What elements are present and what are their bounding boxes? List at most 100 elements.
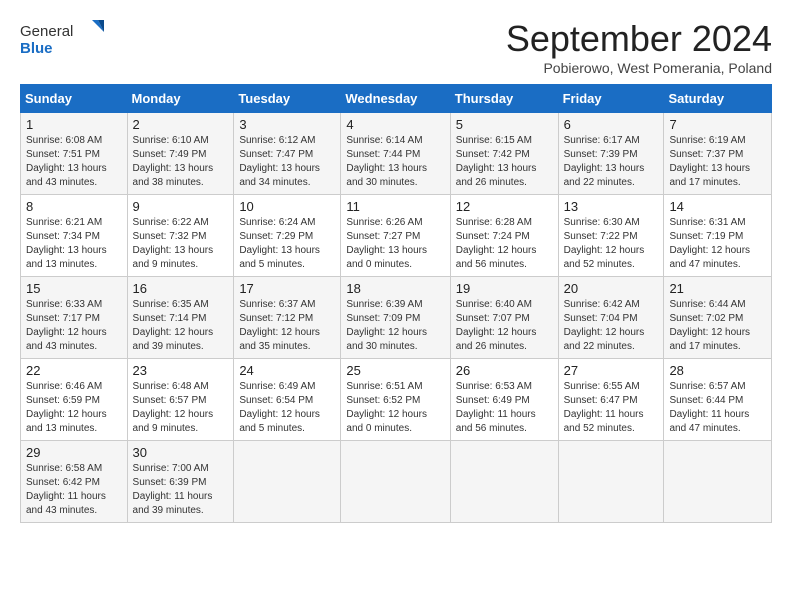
calendar-row: 15 Sunrise: 6:33 AMSunset: 7:17 PMDayligh… bbox=[21, 277, 772, 359]
day-info: Sunrise: 6:55 AMSunset: 6:47 PMDaylight:… bbox=[564, 380, 659, 436]
table-row bbox=[558, 441, 664, 523]
col-friday: Friday bbox=[558, 85, 664, 113]
day-info: Sunrise: 6:46 AMSunset: 6:59 PMDaylight:… bbox=[26, 380, 122, 436]
table-row: 19 Sunrise: 6:40 AMSunset: 7:07 PMDayligh… bbox=[450, 277, 558, 359]
calendar-row: 29 Sunrise: 6:58 AMSunset: 6:42 PMDayligh… bbox=[21, 441, 772, 523]
table-row: 7Sunrise: 6:19 AMSunset: 7:37 PMDaylight… bbox=[664, 113, 772, 195]
table-row: 1 Sunrise: 6:08 AMSunset: 7:51 PMDaylight… bbox=[21, 113, 128, 195]
day-number: 18 bbox=[346, 281, 444, 296]
day-info: Sunrise: 6:17 AMSunset: 7:39 PMDaylight:… bbox=[564, 134, 659, 190]
table-row: 27 Sunrise: 6:55 AMSunset: 6:47 PMDayligh… bbox=[558, 359, 664, 441]
day-number: 20 bbox=[564, 281, 659, 296]
day-info: Sunrise: 6:28 AMSunset: 7:24 PMDaylight:… bbox=[456, 216, 553, 272]
table-row: 14 Sunrise: 6:31 AMSunset: 7:19 PMDayligh… bbox=[664, 195, 772, 277]
month-title: September 2024 bbox=[506, 18, 772, 60]
day-info: Sunrise: 6:26 AMSunset: 7:27 PMDaylight:… bbox=[346, 216, 444, 272]
table-row: 20 Sunrise: 6:42 AMSunset: 7:04 PMDayligh… bbox=[558, 277, 664, 359]
day-info: Sunrise: 6:35 AMSunset: 7:14 PMDaylight:… bbox=[133, 298, 229, 354]
day-info: Sunrise: 6:44 AMSunset: 7:02 PMDaylight:… bbox=[669, 298, 766, 354]
table-row: 15 Sunrise: 6:33 AMSunset: 7:17 PMDayligh… bbox=[21, 277, 128, 359]
day-info: Sunrise: 6:10 AMSunset: 7:49 PMDaylight:… bbox=[133, 134, 229, 190]
day-number: 12 bbox=[456, 199, 553, 214]
day-info: Sunrise: 7:00 AMSunset: 6:39 PMDaylight:… bbox=[133, 462, 229, 518]
day-number: 1 bbox=[26, 117, 122, 132]
day-number: 30 bbox=[133, 445, 229, 460]
calendar-row: 8Sunrise: 6:21 AMSunset: 7:34 PMDaylight… bbox=[21, 195, 772, 277]
table-row: 12 Sunrise: 6:28 AMSunset: 7:24 PMDayligh… bbox=[450, 195, 558, 277]
day-info: Sunrise: 6:42 AMSunset: 7:04 PMDaylight:… bbox=[564, 298, 659, 354]
day-number: 23 bbox=[133, 363, 229, 378]
page: General Blue September 2024 Pobierowo, W… bbox=[0, 0, 792, 533]
day-number: 2 bbox=[133, 117, 229, 132]
day-number: 16 bbox=[133, 281, 229, 296]
day-info: Sunrise: 6:24 AMSunset: 7:29 PMDaylight:… bbox=[239, 216, 335, 272]
col-sunday: Sunday bbox=[21, 85, 128, 113]
day-number: 28 bbox=[669, 363, 766, 378]
table-row: 2 Sunrise: 6:10 AMSunset: 7:49 PMDaylight… bbox=[127, 113, 234, 195]
day-number: 22 bbox=[26, 363, 122, 378]
day-number: 15 bbox=[26, 281, 122, 296]
table-row: 13Sunrise: 6:30 AMSunset: 7:22 PMDayligh… bbox=[558, 195, 664, 277]
day-info: Sunrise: 6:48 AMSunset: 6:57 PMDaylight:… bbox=[133, 380, 229, 436]
table-row: 18 Sunrise: 6:39 AMSunset: 7:09 PMDayligh… bbox=[341, 277, 450, 359]
calendar-table: Sunday Monday Tuesday Wednesday Thursday… bbox=[20, 84, 772, 523]
day-info: Sunrise: 6:49 AMSunset: 6:54 PMDaylight:… bbox=[239, 380, 335, 436]
col-thursday: Thursday bbox=[450, 85, 558, 113]
header-row: Sunday Monday Tuesday Wednesday Thursday… bbox=[21, 85, 772, 113]
col-wednesday: Wednesday bbox=[341, 85, 450, 113]
day-info: Sunrise: 6:22 AMSunset: 7:32 PMDaylight:… bbox=[133, 216, 229, 272]
day-info: Sunrise: 6:15 AMSunset: 7:42 PMDaylight:… bbox=[456, 134, 553, 190]
day-info: Sunrise: 6:58 AMSunset: 6:42 PMDaylight:… bbox=[26, 462, 122, 518]
table-row: 5 Sunrise: 6:15 AMSunset: 7:42 PMDaylight… bbox=[450, 113, 558, 195]
day-info: Sunrise: 6:08 AMSunset: 7:51 PMDaylight:… bbox=[26, 134, 122, 190]
col-saturday: Saturday bbox=[664, 85, 772, 113]
day-number: 19 bbox=[456, 281, 553, 296]
svg-text:Blue: Blue bbox=[20, 40, 53, 57]
table-row: 17 Sunrise: 6:37 AMSunset: 7:12 PMDayligh… bbox=[234, 277, 341, 359]
col-monday: Monday bbox=[127, 85, 234, 113]
day-info: Sunrise: 6:51 AMSunset: 6:52 PMDaylight:… bbox=[346, 380, 444, 436]
day-info: Sunrise: 6:37 AMSunset: 7:12 PMDaylight:… bbox=[239, 298, 335, 354]
day-number: 6 bbox=[564, 117, 659, 132]
table-row: 21 Sunrise: 6:44 AMSunset: 7:02 PMDayligh… bbox=[664, 277, 772, 359]
table-row: 3 Sunrise: 6:12 AMSunset: 7:47 PMDaylight… bbox=[234, 113, 341, 195]
location-subtitle: Pobierowo, West Pomerania, Poland bbox=[506, 60, 772, 76]
logo-svg: General Blue bbox=[20, 18, 110, 60]
table-row bbox=[341, 441, 450, 523]
table-row: 30 Sunrise: 7:00 AMSunset: 6:39 PMDayligh… bbox=[127, 441, 234, 523]
table-row bbox=[234, 441, 341, 523]
day-number: 14 bbox=[669, 199, 766, 214]
table-row: 16 Sunrise: 6:35 AMSunset: 7:14 PMDayligh… bbox=[127, 277, 234, 359]
day-number: 8 bbox=[26, 199, 122, 214]
day-info: Sunrise: 6:40 AMSunset: 7:07 PMDaylight:… bbox=[456, 298, 553, 354]
day-number: 13 bbox=[564, 199, 659, 214]
day-number: 27 bbox=[564, 363, 659, 378]
table-row bbox=[664, 441, 772, 523]
calendar-row: 1 Sunrise: 6:08 AMSunset: 7:51 PMDaylight… bbox=[21, 113, 772, 195]
table-row: 11 Sunrise: 6:26 AMSunset: 7:27 PMDayligh… bbox=[341, 195, 450, 277]
day-number: 3 bbox=[239, 117, 335, 132]
day-info: Sunrise: 6:57 AMSunset: 6:44 PMDaylight:… bbox=[669, 380, 766, 436]
day-info: Sunrise: 6:31 AMSunset: 7:19 PMDaylight:… bbox=[669, 216, 766, 272]
table-row: 6 Sunrise: 6:17 AMSunset: 7:39 PMDaylight… bbox=[558, 113, 664, 195]
header: General Blue September 2024 Pobierowo, W… bbox=[20, 18, 772, 76]
table-row: 10Sunrise: 6:24 AMSunset: 7:29 PMDayligh… bbox=[234, 195, 341, 277]
day-info: Sunrise: 6:33 AMSunset: 7:17 PMDaylight:… bbox=[26, 298, 122, 354]
table-row: 8Sunrise: 6:21 AMSunset: 7:34 PMDaylight… bbox=[21, 195, 128, 277]
table-row bbox=[450, 441, 558, 523]
day-info: Sunrise: 6:12 AMSunset: 7:47 PMDaylight:… bbox=[239, 134, 335, 190]
table-row: 4 Sunrise: 6:14 AMSunset: 7:44 PMDaylight… bbox=[341, 113, 450, 195]
day-info: Sunrise: 6:53 AMSunset: 6:49 PMDaylight:… bbox=[456, 380, 553, 436]
logo: General Blue bbox=[20, 18, 110, 60]
day-info: Sunrise: 6:14 AMSunset: 7:44 PMDaylight:… bbox=[346, 134, 444, 190]
day-number: 29 bbox=[26, 445, 122, 460]
day-number: 4 bbox=[346, 117, 444, 132]
day-info: Sunrise: 6:39 AMSunset: 7:09 PMDaylight:… bbox=[346, 298, 444, 354]
day-number: 11 bbox=[346, 199, 444, 214]
table-row: 23 Sunrise: 6:48 AMSunset: 6:57 PMDayligh… bbox=[127, 359, 234, 441]
day-number: 17 bbox=[239, 281, 335, 296]
title-area: September 2024 Pobierowo, West Pomerania… bbox=[506, 18, 772, 76]
day-number: 5 bbox=[456, 117, 553, 132]
day-info: Sunrise: 6:19 AMSunset: 7:37 PMDaylight:… bbox=[669, 134, 766, 190]
day-number: 21 bbox=[669, 281, 766, 296]
